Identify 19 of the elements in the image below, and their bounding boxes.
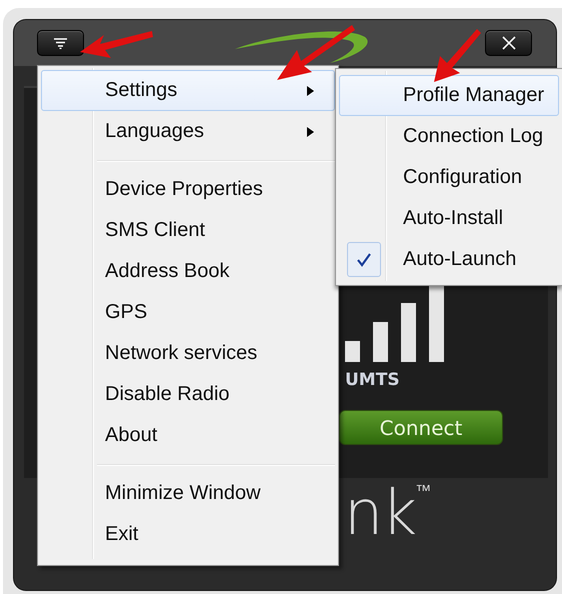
menu-item[interactable]: Languages [41, 111, 335, 152]
connect-button[interactable]: Connect [339, 410, 503, 445]
menu-item[interactable]: Device Properties [41, 169, 335, 210]
menu-item[interactable]: Auto-Install [339, 198, 559, 239]
menu-item[interactable]: About [41, 415, 335, 456]
brand-logo-text: nk$^{™}$ [344, 482, 430, 544]
menu-item[interactable]: Network services [41, 333, 335, 374]
menu-item[interactable]: Exit [41, 514, 335, 555]
menu-item[interactable]: Address Book [41, 251, 335, 292]
menu-item[interactable]: Profile Manager [339, 75, 559, 116]
menu-item[interactable]: Minimize Window [41, 473, 335, 514]
menu-item[interactable]: SMS Client [41, 210, 335, 251]
menu-item[interactable]: Auto-Launch [339, 239, 559, 280]
menu-item[interactable]: Configuration [339, 157, 559, 198]
menu-item[interactable]: Settings [41, 70, 335, 111]
menu-item[interactable]: Connection Log [339, 116, 559, 157]
menu-item[interactable]: GPS [41, 292, 335, 333]
menu-item[interactable]: Disable Radio [41, 374, 335, 415]
network-type-label: UMTS [345, 370, 400, 390]
